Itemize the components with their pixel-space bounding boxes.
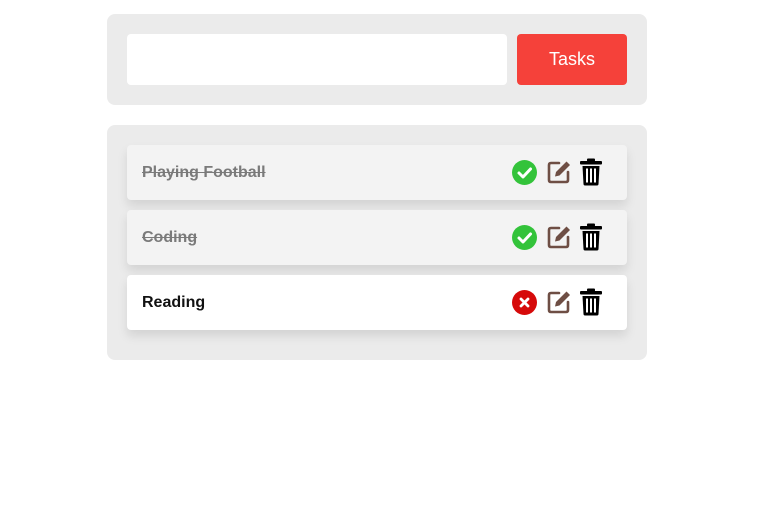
check-circle-icon[interactable] (512, 160, 537, 185)
edit-icon[interactable] (546, 289, 572, 315)
task-input-panel: Tasks (107, 14, 647, 105)
task-label: Playing Football (142, 164, 266, 181)
check-circle-icon[interactable] (512, 225, 537, 250)
task-item: Playing Football (127, 145, 627, 200)
trash-icon[interactable] (580, 288, 602, 316)
trash-icon[interactable] (580, 223, 602, 251)
task-item: Reading (127, 275, 627, 330)
task-label: Reading (142, 294, 206, 311)
edit-icon[interactable] (546, 159, 572, 185)
add-task-button[interactable]: Tasks (517, 34, 627, 85)
task-label: Coding (142, 229, 198, 246)
task-list: Playing Football Coding Reading (107, 125, 647, 360)
trash-icon[interactable] (580, 158, 602, 186)
x-circle-icon[interactable] (512, 290, 537, 315)
edit-icon[interactable] (546, 224, 572, 250)
task-input[interactable] (127, 34, 507, 85)
task-item: Coding (127, 210, 627, 265)
